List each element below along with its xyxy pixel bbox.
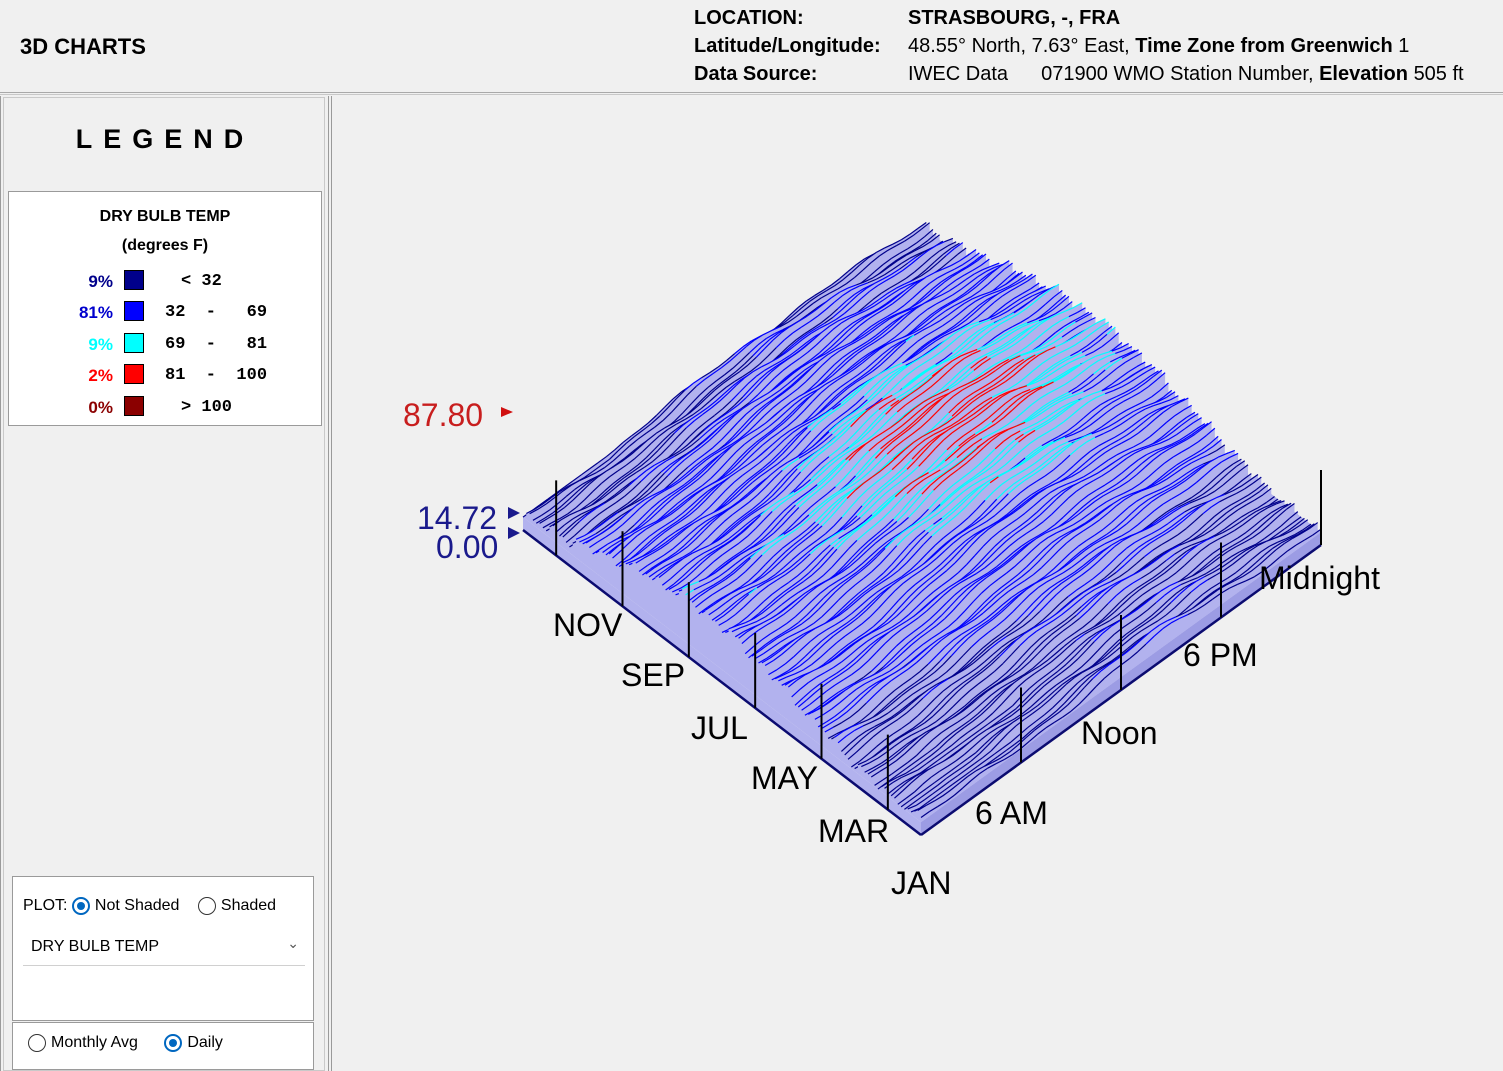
datasource-label: Data Source:: [694, 63, 818, 85]
location-label: LOCATION:: [694, 7, 804, 29]
legend-item: 2% 81 - 100: [9, 364, 321, 388]
latlon-value: 48.55° North, 7.63° East,: [908, 35, 1130, 57]
monthly-avg-radio[interactable]: [28, 1034, 46, 1052]
legend-panel: LEGEND DRY BULB TEMP (degrees F) 9% < 32…: [3, 97, 325, 1071]
monthly-avg-label[interactable]: Monthly Avg: [51, 1034, 138, 1051]
legend-item-range: < 32: [181, 272, 222, 291]
variable-select[interactable]: DRY BULB TEMP ⌄: [23, 929, 305, 966]
plot-label: PLOT:: [23, 897, 68, 915]
panel-divider-2: [331, 96, 332, 1071]
shaded-label[interactable]: Shaded: [221, 897, 276, 914]
left-border: [0, 96, 1, 1071]
elevation-label: Elevation: [1319, 63, 1408, 85]
legend-item-pct: 0%: [88, 398, 113, 417]
station-value: 071900 WMO Station Number,: [1041, 63, 1314, 85]
legend-title: DRY BULB TEMP: [99, 208, 231, 225]
legend-item: 9% 69 - 81: [9, 333, 321, 357]
legend-item: 0% > 100: [9, 396, 321, 420]
legend-item-pct: 9%: [88, 335, 113, 354]
timezone-value: 1: [1398, 35, 1410, 57]
chart-area: 87.80 14.72 0.00 NOV SEP JUL MAY MAR JAN…: [333, 97, 1503, 1071]
surface-layer: [522, 221, 1322, 835]
legend-heading: LEGEND: [75, 124, 255, 154]
legend-units: (degrees F): [121, 237, 209, 254]
plot-controls: PLOT: Not Shaded Shaded DRY BULB TEMP ⌄: [12, 876, 314, 1021]
not-shaded-radio[interactable]: [71, 897, 90, 915]
legend-item-pct: 81%: [78, 303, 113, 322]
legend-swatch: [124, 301, 144, 321]
location-value: STRASBOURG, -, FRA: [908, 7, 1121, 29]
legend-swatch: [124, 364, 144, 384]
shaded-radio[interactable]: [197, 897, 216, 915]
aggregation-controls: Monthly Avg Daily: [12, 1022, 314, 1070]
legend-item-range: > 100: [181, 398, 233, 417]
chevron-down-icon: ⌄: [287, 935, 299, 951]
legend-item-range: 69 - 81: [165, 335, 268, 354]
daily-radio[interactable]: [164, 1034, 183, 1052]
legend-item-pct: 2%: [88, 366, 113, 385]
legend-item: 81% 32 - 69: [9, 301, 321, 325]
legend-item-range: 81 - 100: [165, 366, 268, 385]
variable-select-value: DRY BULB TEMP: [31, 938, 160, 955]
legend-swatch: [124, 270, 144, 290]
legend-swatch: [124, 333, 144, 353]
app-title: 3D CHARTS: [20, 34, 146, 59]
not-shaded-label[interactable]: Not Shaded: [95, 897, 180, 914]
legend-box: DRY BULB TEMP (degrees F) 9% < 32 81% 32…: [8, 191, 322, 426]
datasource-value: IWEC Data: [908, 63, 1009, 85]
legend-swatch: [124, 396, 144, 416]
aggregation-row: Monthly Avg Daily: [28, 1034, 237, 1052]
timezone-label: Time Zone from Greenwich: [1135, 35, 1393, 57]
legend-item-range: 32 - 69: [165, 303, 268, 322]
plot-mode-row: PLOT: Not Shaded Shaded: [23, 897, 290, 915]
header-bar: 3D CHARTS LOCATION: STRASBOURG, -, FRA L…: [0, 0, 1503, 95]
latlon-label: Latitude/Longitude:: [694, 35, 881, 57]
elevation-value: 505 ft: [1413, 63, 1464, 85]
panel-divider: [328, 96, 329, 1071]
legend-item-pct: 9%: [88, 272, 113, 291]
daily-label[interactable]: Daily: [187, 1034, 223, 1051]
legend-item: 9% < 32: [9, 270, 321, 294]
